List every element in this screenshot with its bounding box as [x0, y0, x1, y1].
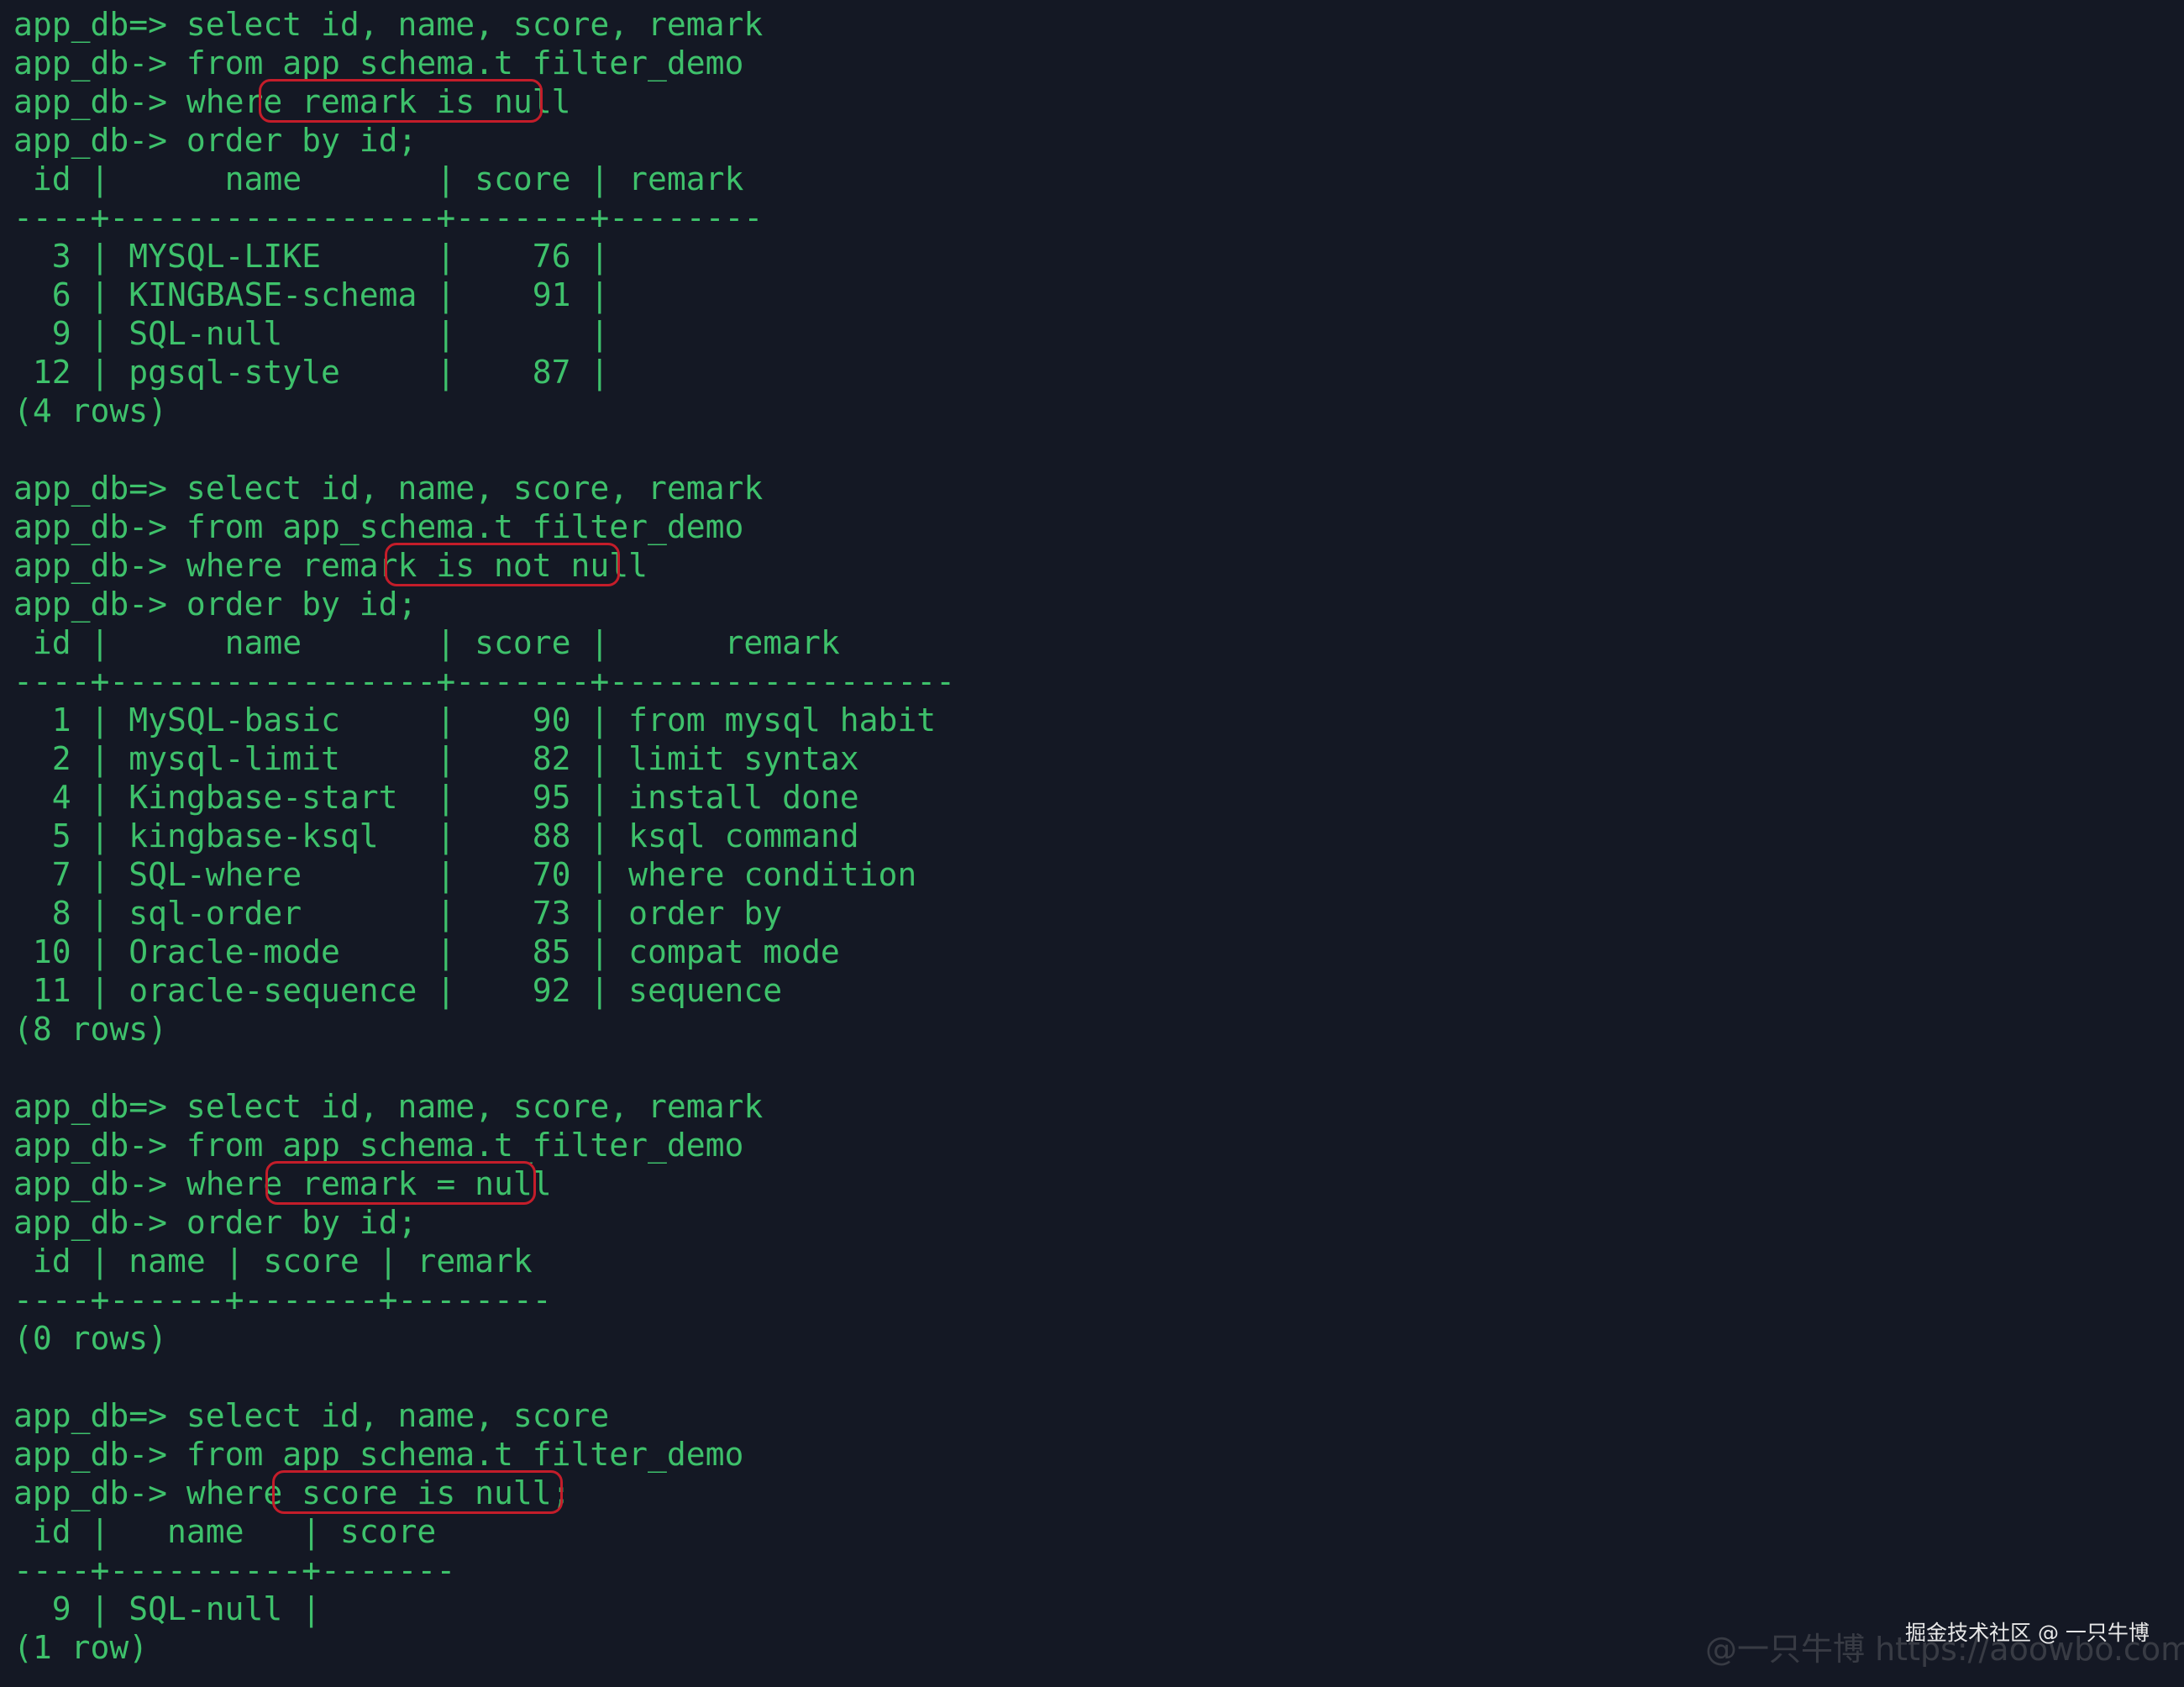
terminal-line: app_db-> order by id;	[13, 1204, 417, 1241]
table-row: 1 | MySQL-basic | 90 | from mysql habit	[13, 702, 937, 738]
table-header: id | name | score | remark	[13, 160, 744, 197]
table-row: 3 | MYSQL-LIKE | 76 |	[13, 238, 610, 275]
table-separator: ----+----------+-------	[13, 1552, 456, 1589]
table-row: 9 | SQL-null | |	[13, 315, 610, 352]
highlight-box	[259, 79, 543, 123]
table-row: 12 | pgsql-style | 87 |	[13, 354, 610, 391]
row-count: (4 rows)	[13, 392, 168, 429]
terminal-line: app_db-> order by id;	[13, 586, 417, 623]
terminal-line: app_db-> order by id;	[13, 122, 417, 159]
table-header: id | name | score | remark	[13, 624, 840, 661]
terminal-window[interactable]: app_db=> select id, name, score, remark …	[0, 0, 2184, 1687]
terminal-line: app_db-> from app_schema.t_filter_demo	[13, 1436, 744, 1473]
highlight-box	[265, 1161, 536, 1205]
terminal-line: app_db=> select id, name, score, remark	[13, 1088, 764, 1125]
table-separator: ----+-----------------+-------+--------	[13, 199, 764, 236]
terminal-line: app_db=> select id, name, score	[13, 1397, 610, 1434]
terminal-line: app_db=> select id, name, score, remark	[13, 6, 764, 43]
table-row: 8 | sql-order | 73 | order by	[13, 895, 783, 932]
table-header: id | name | score	[13, 1513, 437, 1550]
table-separator: ----+-----------------+-------+---------…	[13, 663, 956, 700]
table-row: 11 | oracle-sequence | 92 | sequence	[13, 972, 783, 1009]
row-count: (8 rows)	[13, 1011, 168, 1048]
terminal-line: app_db-> from app_schema.t_filter_demo	[13, 508, 744, 545]
watermark: 掘金技术社区 @ 一只牛博	[1905, 1621, 2150, 1645]
terminal-line: app_db-> from app_schema.t_filter_demo	[13, 45, 744, 81]
terminal-line: app_db=> select id, name, score, remark	[13, 470, 764, 507]
terminal-line: app_db-> from app_schema.t_filter_demo	[13, 1127, 744, 1164]
row-count: (0 rows)	[13, 1320, 168, 1357]
table-row: 9 | SQL-null |	[13, 1590, 322, 1627]
highlight-box	[272, 1470, 563, 1514]
row-count: (1 row)	[13, 1629, 149, 1666]
highlight-box	[385, 543, 620, 586]
table-header: id | name | score | remark	[13, 1243, 533, 1280]
table-row: 4 | Kingbase-start | 95 | install done	[13, 779, 859, 816]
table-separator: ----+------+-------+--------	[13, 1281, 552, 1318]
table-row: 6 | KINGBASE-schema | 91 |	[13, 276, 610, 313]
table-row: 2 | mysql-limit | 82 | limit syntax	[13, 740, 859, 777]
table-row: 10 | Oracle-mode | 85 | compat mode	[13, 933, 840, 970]
table-row: 7 | SQL-where | 70 | where condition	[13, 856, 917, 893]
table-row: 5 | kingbase-ksql | 88 | ksql command	[13, 817, 859, 854]
